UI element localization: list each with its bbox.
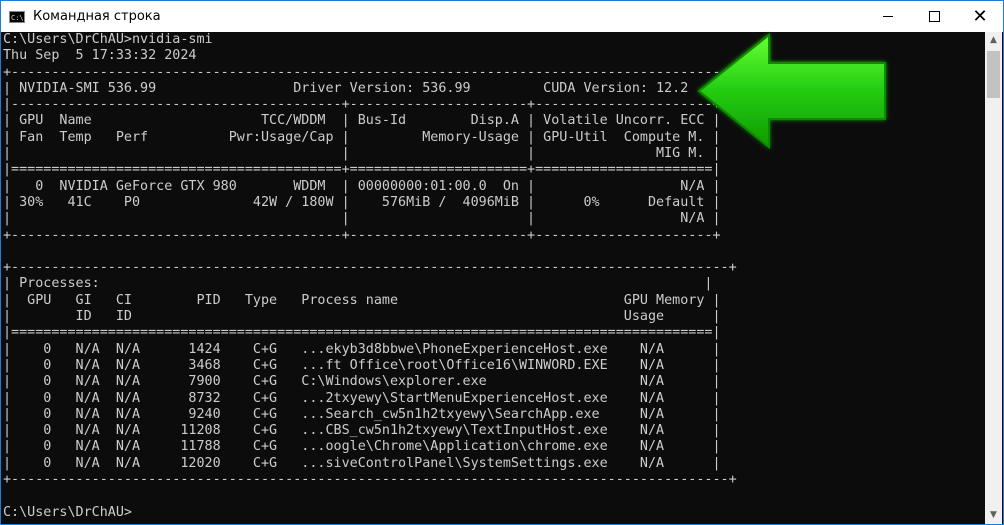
minimize-icon [883, 16, 893, 17]
console-line: | GPU GI CI PID Type Process name GPU Me… [3, 292, 721, 308]
console-line: +---------------------------------------… [3, 64, 737, 80]
console-line: | 0 NVIDIA GeForce GTX 980 WDDM | 000000… [3, 178, 721, 194]
vertical-scrollbar[interactable]: ▲ ▼ [985, 32, 1002, 524]
console-line: Thu Sep 5 17:33:32 2024 [3, 48, 197, 64]
console-line: | Fan Temp Perf Pwr:Usage/Cap | Memory-U… [3, 129, 721, 145]
console-line: +---------------------------------------… [3, 227, 721, 243]
console-line: |---------------------------------------… [3, 97, 721, 113]
console-line: | ID ID Usage | [3, 309, 721, 325]
maximize-button[interactable] [911, 1, 957, 32]
console-line: | 0 N/A N/A 11208 C+G ...CBS_cw5n1h2txye… [3, 423, 721, 439]
console-line: | 0 N/A N/A 8732 C+G ...2txyewy\StartMen… [3, 390, 721, 406]
console-line: | 30% 41C P0 42W / 180W | 576MiB / 4096M… [3, 194, 721, 210]
minimize-button[interactable] [865, 1, 911, 32]
green-arrow-icon [697, 32, 886, 150]
console-line: C:\Users\DrChAU>nvidia-smi [3, 32, 213, 47]
chevron-down-icon[interactable]: ▼ [985, 507, 1002, 524]
scroll-thumb[interactable] [987, 51, 1000, 98]
console-line: | 0 N/A N/A 1424 C+G ...ekyb3d8bbwe\Phon… [3, 341, 721, 357]
console-line: +---------------------------------------… [3, 472, 737, 488]
console-line: C:\Users\DrChAU> [3, 504, 132, 520]
console-line: +---------------------------------------… [3, 260, 737, 276]
maximize-icon [928, 11, 940, 22]
console-line: | 0 N/A N/A 11788 C+G ...oogle\Chrome\Ap… [3, 439, 721, 455]
title-bar[interactable]: C:\ Командная строка ✕ [1, 1, 1003, 32]
console-line: | 0 N/A N/A 9240 C+G ...Search_cw5n1h2tx… [3, 406, 721, 422]
close-button[interactable]: ✕ [957, 1, 1003, 32]
console-window: C:\ Командная строка ✕ C:\Users\DrChAU>n… [0, 0, 1004, 525]
console-line: | NVIDIA-SMI 536.99 Driver Version: 536.… [3, 80, 737, 96]
console-icon: C:\ [9, 10, 25, 23]
console-line: |=======================================… [3, 162, 721, 178]
console-line: | GPU Name TCC/WDDM | Bus-Id Disp.A | Vo… [3, 113, 721, 129]
console-line: | 0 N/A N/A 7900 C+G C:\Windows\explorer… [3, 374, 721, 390]
console-line: | Processes: | [3, 276, 713, 292]
window-controls: ✕ [865, 1, 1003, 32]
console-line: | 0 N/A N/A 3468 C+G ...ft Office\root\O… [3, 357, 721, 373]
console-line: |=======================================… [3, 325, 721, 341]
window-title: Командная строка [33, 9, 161, 24]
chevron-up-icon[interactable]: ▲ [985, 32, 1002, 49]
console-line: | | | N/A | [3, 211, 721, 227]
close-icon: ✕ [972, 5, 988, 27]
console-line: | | | MIG M. | [3, 146, 721, 162]
console-line: | 0 N/A N/A 12020 C+G ...siveControlPane… [3, 455, 721, 471]
